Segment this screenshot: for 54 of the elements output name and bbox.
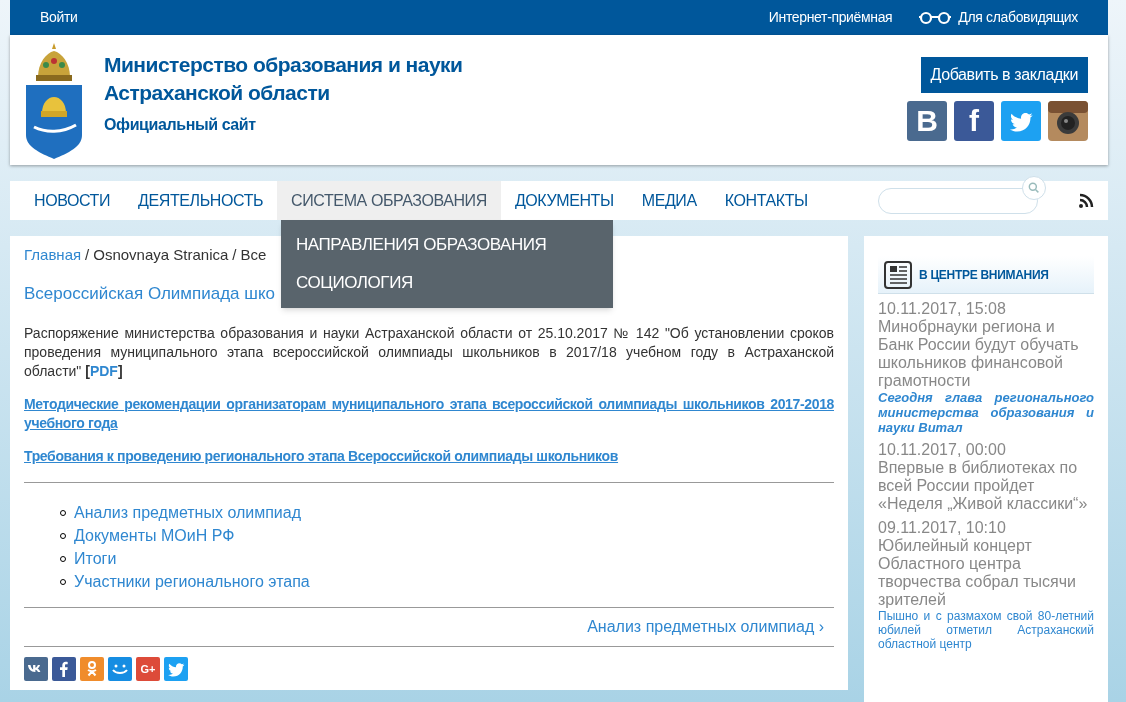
reception-link[interactable]: Интернет-приёмная: [768, 7, 893, 28]
bookmark-button[interactable]: Добавить в закладки: [920, 57, 1088, 93]
news-summary: Сегодня глава регионального министерства образования и науки Витал: [878, 390, 1094, 435]
section-link[interactable]: Участники регионального этапа: [74, 569, 310, 594]
low-vision-link[interactable]: Для слабовидящих: [958, 7, 1078, 28]
breadcrumb-separator: /: [85, 246, 90, 263]
search-field[interactable]: [878, 187, 1038, 214]
login-link[interactable]: Войти: [40, 7, 78, 28]
document-link[interactable]: Методические рекомендации организаторам муниципального этапа всероссийской олимпиады школьников 2017-2018 учебного года: [24, 395, 834, 433]
nav-item[interactable]: КОНТАКТЫ: [710, 181, 822, 220]
vk-icon[interactable]: [24, 657, 48, 681]
facebook-button[interactable]: f: [954, 101, 994, 141]
vk-button[interactable]: B: [907, 101, 947, 141]
nav-item[interactable]: ДОКУМЕНТЫ: [500, 181, 628, 220]
ministry-title: Министерство образования и науки: [104, 52, 463, 78]
nav-item[interactable]: МЕДИА: [627, 181, 711, 220]
smile-icon[interactable]: [108, 657, 132, 681]
nav-item[interactable]: ДЕЯТЕЛЬНОСТЬ: [124, 181, 278, 220]
emblem-icon: [24, 41, 84, 161]
news-date: 10.11.2017, 15:08: [878, 300, 1007, 318]
news-title[interactable]: Юбилейный концерт Областного центра творчества собрал тысячи зрителей: [878, 537, 1094, 609]
search-icon[interactable]: [1022, 175, 1046, 200]
glasses-icon: [918, 10, 953, 25]
dropdown-item[interactable]: НАПРАВЛЕНИЯ ОБРАЗОВАНИЯ: [281, 226, 613, 264]
nav-item[interactable]: НОВОСТИ: [20, 181, 125, 220]
breadcrumb-current: Все: [240, 246, 267, 263]
page-title: Всероссийская Олимпиада шко: [24, 282, 275, 305]
news-date: 10.11.2017, 00:00: [878, 441, 1007, 459]
section-link[interactable]: Анализ предметных олимпиад: [74, 500, 302, 525]
facebook-icon[interactable]: [52, 657, 76, 681]
pdf-link[interactable]: PDF: [89, 363, 118, 379]
dropdown-item[interactable]: СОЦИОЛОГИЯ: [281, 264, 613, 302]
news-title[interactable]: Минобрнауки региона и Банк России будут обучать школьников финансовой грамотности: [878, 318, 1094, 390]
breadcrumb-current: Osnovnaya Stranica: [93, 246, 229, 263]
nav-item[interactable]: СИСТЕМА ОБРАЗОВАНИЯ: [277, 181, 501, 220]
sidebar-title: В ЦЕНТРЕ ВНИМАНИЯ: [919, 266, 1049, 284]
ministry-title: Астраханской области: [104, 80, 331, 106]
breadcrumb-link[interactable]: Главная: [24, 246, 82, 263]
news-date: 09.11.2017, 10:10: [878, 519, 1007, 537]
breadcrumb-separator: /: [232, 246, 237, 263]
section-link[interactable]: Итоги: [74, 546, 117, 571]
section-link[interactable]: Документы МОиН РФ: [74, 523, 235, 548]
next-page-link[interactable]: Анализ предметных олимпиад ›: [587, 615, 824, 639]
google-plus-button[interactable]: G+: [136, 657, 160, 681]
news-summary: Пышно и с размахом свой 80-летний юбилей отметил Астраханский областной центр: [878, 609, 1094, 651]
newspaper-icon: [883, 259, 913, 290]
twitter-icon[interactable]: [1001, 101, 1041, 141]
camera-icon[interactable]: [1048, 101, 1088, 141]
news-title[interactable]: Впервые в библиотеках по всей России пройдет «Неделя „Живой классики“»: [878, 459, 1094, 513]
twitter-icon[interactable]: [164, 657, 188, 681]
rss-icon[interactable]: [1078, 192, 1094, 209]
document-link[interactable]: Требования к проведению регионального этапа Всероссийской олимпиады школьников: [24, 447, 834, 466]
order-paragraph: Распоряжение министерства образования и науки Астраханской области от 25.10.2017 № 142 "Об установлении сроков проведения муниципального этапа всероссийской олимпиады школьников в 2017/18 учебном году в Астраханской области" [PDF]: [24, 324, 834, 381]
site-subtitle: Официальный сайт: [104, 115, 257, 135]
